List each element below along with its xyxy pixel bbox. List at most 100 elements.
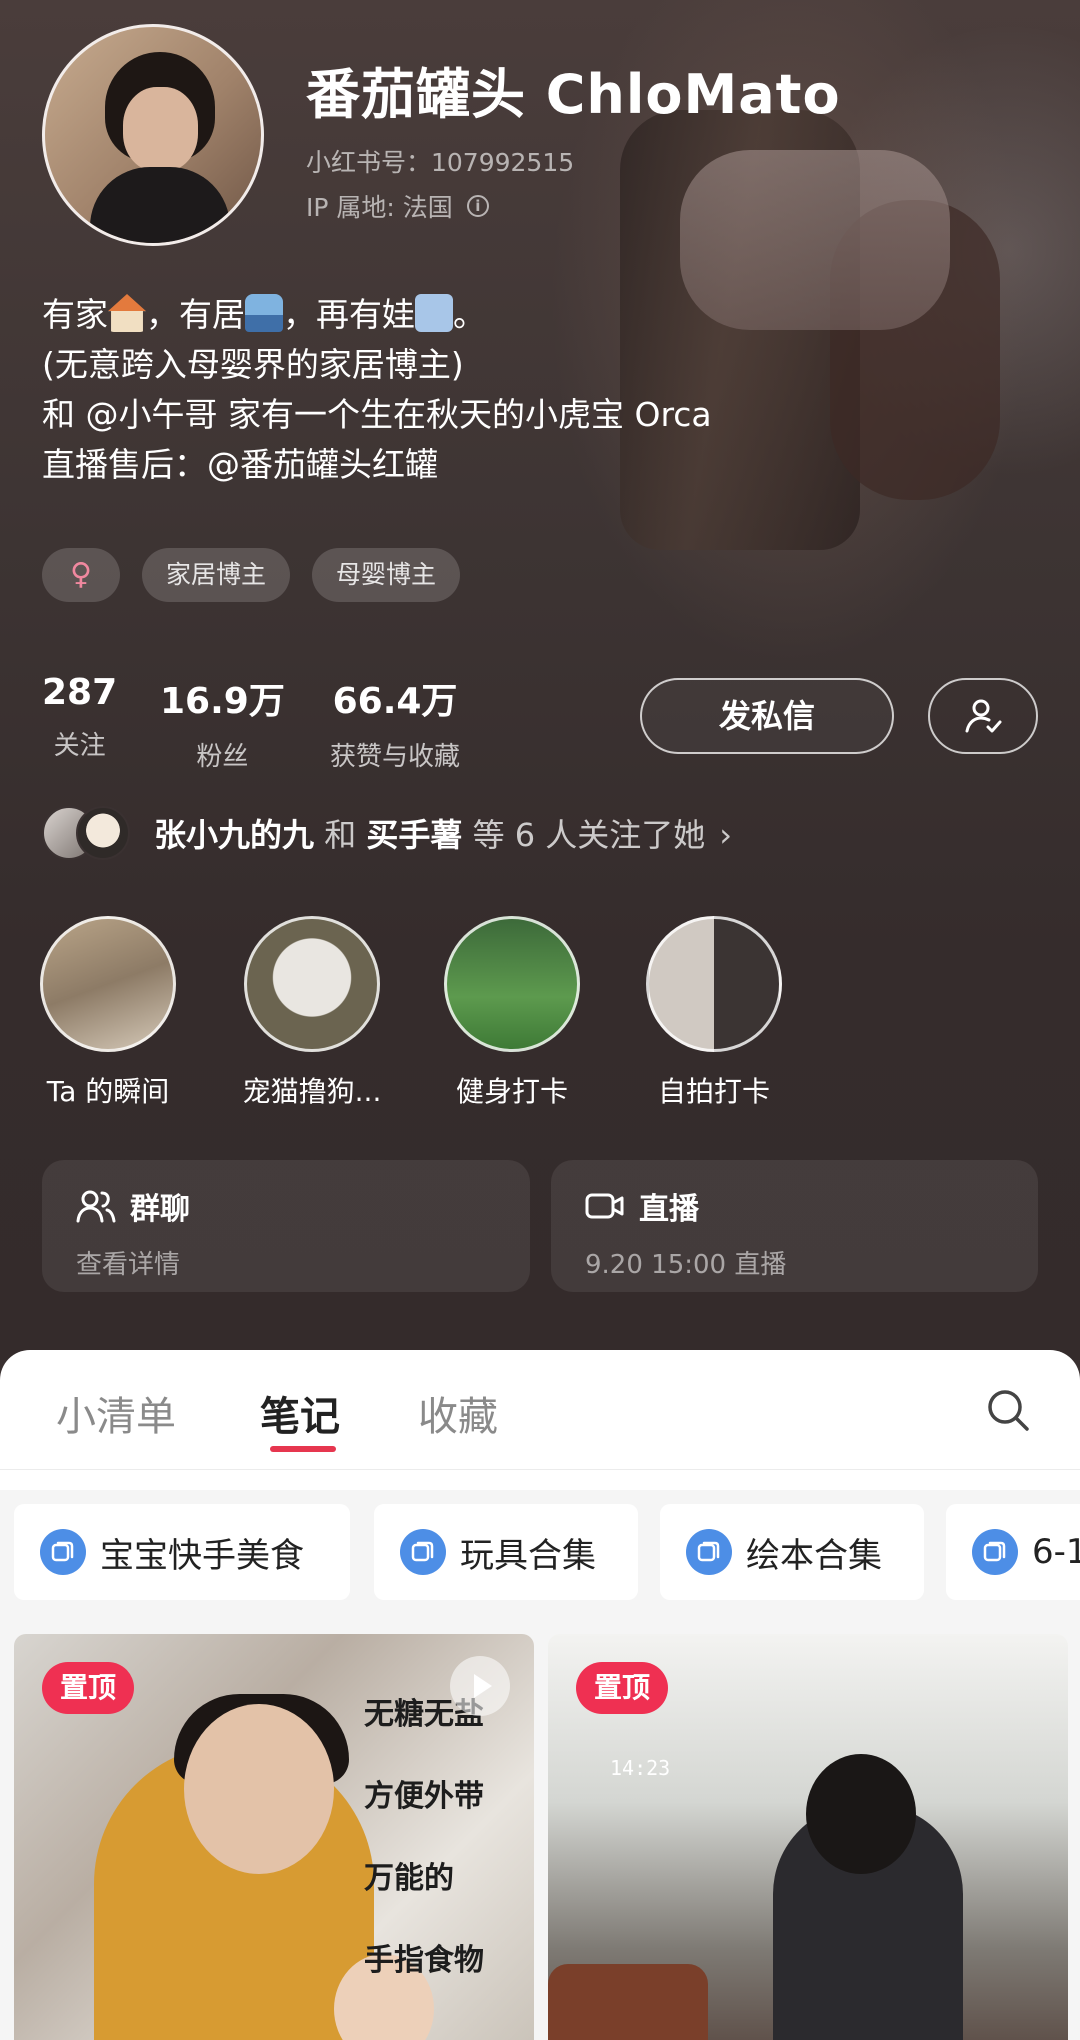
tab-checklist[interactable]: 小清单 [56,1384,176,1442]
bio-line-2: (无意跨入母婴界的家居博主) [42,345,464,384]
mutual-followers-text: 张小九的九 和 买手薯 等 6 人关注了她 › [154,810,732,856]
stat-likes-label: 获赞与收藏 [330,742,461,772]
tab-collections[interactable]: 收藏 [418,1384,498,1442]
avatar[interactable] [42,24,264,246]
profile-id[interactable]: 小红书号：107992515 [306,143,574,179]
family-icon [415,294,453,332]
highlight-label: 健身打卡 [455,1075,568,1108]
note-card[interactable]: 无糖无盐 方便外带 万能的 手指食物 置顶 [14,1634,534,2040]
highlight-item[interactable]: 自拍打卡 [634,916,794,1110]
video-camera-icon [585,1193,624,1219]
active-tab-indicator [270,1446,336,1452]
avatar-face [123,87,198,172]
group-chat-label: 群聊 [130,1192,190,1227]
collection-label: 玩具合集 [460,1535,596,1576]
pinned-badge: 置顶 [576,1662,669,1714]
mutual-name-1: 张小九的九 [154,816,315,854]
group-icon [76,1190,116,1223]
highlight-cover [244,916,380,1052]
bio-line-1: 有家 ，有居 ，再有娃。 [42,290,1042,340]
chevron-right-icon: › [719,816,733,854]
live-label: 直播 [639,1192,699,1227]
mutual-connector: 和 [314,816,367,854]
live-title: 直播 [585,1184,1038,1228]
avatar-body [90,167,230,243]
collection-icon [972,1529,1018,1575]
tag-mom-baby-blogger[interactable]: 母婴博主 [312,548,461,602]
note-photo-head [806,1754,916,1874]
highlight-cover [40,916,176,1052]
search-button[interactable] [984,1386,1032,1438]
bio-line-3[interactable]: 和 @小午哥 家有一个生在秋天的小虎宝 Orca [42,390,1042,440]
profile-ip-location: IP 属地: 法国 i [306,188,489,224]
stat-fans-label: 粉丝 [196,742,249,772]
note-overlay-text: 无糖无盐 方便外带 万能的 手指食物 [364,1674,534,2002]
highlight-label: 自拍打卡 [657,1075,770,1108]
bio-text: 。 [453,295,486,334]
profile-tags: ♀ 家居博主 母婴博主 [42,548,461,602]
collection-icon [40,1529,86,1575]
collection-chip[interactable]: 宝宝快手美食 [14,1504,350,1600]
stat-following[interactable]: 287 关注 [42,672,117,762]
gender-tag: ♀ [42,548,120,602]
content-sheet: 小清单 笔记 收藏 宝宝快手美食 玩具合集 绘本合集 6-1 无糖无盐 方便外带… [0,1350,1080,2040]
live-schedule: 9.20 15:00 直播 [585,1250,787,1280]
followed-button[interactable] [928,678,1038,754]
house-icon [108,294,146,332]
search-icon [988,1390,1029,1431]
highlight-cover [646,916,782,1052]
mutual-suffix: 等 6 人关注了她 [462,816,706,854]
note-photo-face [184,1704,334,1874]
send-message-button[interactable]: 发私信 [640,678,894,754]
collection-chip[interactable]: 绘本合集 [660,1504,924,1600]
collection-icon [686,1529,732,1575]
collection-chips: 宝宝快手美食 玩具合集 绘本合集 6-1 [0,1490,1080,1618]
collection-chip[interactable]: 玩具合集 [374,1504,638,1600]
highlight-label: Ta 的瞬间 [46,1075,170,1108]
group-chat-card[interactable]: 群聊 查看详情 [42,1160,530,1292]
mutual-avatar [76,806,130,860]
highlight-item[interactable]: 健身打卡 [432,916,592,1110]
note-photo-clock: 14:23 [610,1756,671,1780]
note-card[interactable]: 14:23 置顶 [548,1634,1068,2040]
collection-label: 6-1 [1032,1532,1080,1572]
live-card[interactable]: 直播 9.20 15:00 直播 [551,1160,1038,1292]
sofa-icon [245,294,283,332]
stat-likes-collects[interactable]: 66.4万 获赞与收藏 [330,672,460,773]
profile-nickname: 番茄罐头 ChloMato [306,63,841,126]
highlight-label: 宠猫撸狗... [242,1075,382,1108]
bio-text: ，再有娃 [283,295,415,334]
bio-line-4[interactable]: 直播售后：@番茄罐头红罐 [42,440,1042,490]
collection-label: 绘本合集 [746,1535,882,1576]
stat-fans[interactable]: 16.9万 粉丝 [160,672,285,773]
group-chat-title: 群聊 [76,1184,530,1228]
note-photo-sofa [548,1964,708,2040]
mutual-avatars [42,804,134,862]
highlight-item[interactable]: 宠猫撸狗... [232,916,392,1110]
profile-bio: 有家 ，有居 ，再有娃。 (无意跨入母婴界的家居博主) 和 @小午哥 家有一个生在秋… [42,290,1042,490]
tab-notes[interactable]: 笔记 [260,1384,340,1442]
collection-chip[interactable]: 6-1 [946,1504,1080,1600]
pinned-badge: 置顶 [42,1662,135,1714]
highlight-cover [444,916,580,1052]
info-icon[interactable]: i [466,195,489,217]
overlay-line: 万能的 [364,1861,454,1896]
stat-following-label: 关注 [53,731,106,761]
overlay-line: 方便外带 [364,1779,484,1814]
tag-home-blogger[interactable]: 家居博主 [142,548,291,602]
group-chat-subtitle: 查看详情 [76,1250,181,1280]
stat-likes-value: 66.4万 [332,681,458,722]
stat-fans-value: 16.9万 [160,681,285,722]
mutual-followers[interactable]: 张小九的九 和 买手薯 等 6 人关注了她 › [42,804,732,862]
play-icon [450,1656,510,1716]
highlight-item[interactable]: Ta 的瞬间 [28,916,188,1110]
overlay-line: 手指食物 [364,1943,484,1978]
bio-text: ，有居 [146,295,245,334]
user-check-icon [965,699,1002,733]
notes-feed: 无糖无盐 方便外带 万能的 手指食物 置顶 14:23 置顶 [0,1618,1080,2040]
bio-text: 有家 [42,295,108,334]
collection-label: 宝宝快手美食 [100,1535,304,1576]
content-tabs: 小清单 笔记 收藏 [0,1350,1080,1470]
mutual-name-2: 买手薯 [366,816,463,854]
stat-following-value: 287 [42,672,118,713]
